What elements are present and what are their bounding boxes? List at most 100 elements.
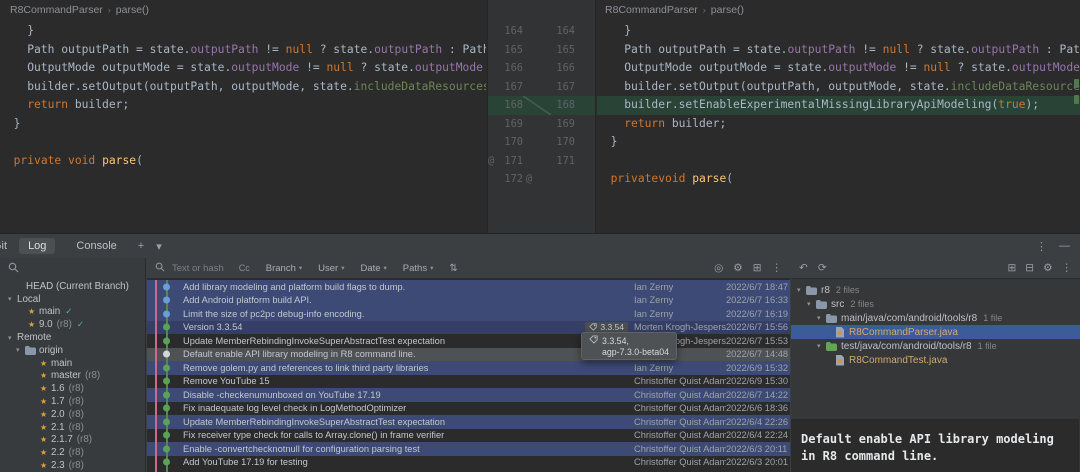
commit-row[interactable]: Default enable API library modeling in R…	[147, 348, 790, 362]
folder-item[interactable]: ▾r82 files	[791, 283, 1080, 297]
code-line[interactable]	[0, 133, 486, 152]
chevron-down-icon[interactable]: ▾	[16, 346, 25, 354]
folder-item[interactable]: ▾main/java/com/android/tools/r81 file	[791, 311, 1080, 325]
commit-row[interactable]: Limit the size of pc2pc debug-info encod…	[147, 307, 790, 321]
commit-row[interactable]: Fix receiver type check for calls to Arr…	[147, 429, 790, 443]
chevron-down-icon[interactable]: ▾	[8, 295, 17, 303]
code-line[interactable]: }	[0, 115, 486, 134]
branch-item[interactable]: ★2.1.7(r8)	[0, 434, 145, 447]
more-options-icon[interactable]: ⋮	[1036, 240, 1047, 253]
filter-date[interactable]: Date ▾	[360, 263, 386, 274]
commit-row[interactable]: Remove golem.py and references to link t…	[147, 361, 790, 375]
more-options-icon[interactable]: ⋮	[1062, 262, 1073, 274]
breadcrumb-method[interactable]: parse()	[711, 4, 744, 16]
code-line[interactable]: builder.setOutput(outputPath, outputMode…	[597, 78, 1080, 97]
diff-gutter: 1641641651651661661671671681681691691701…	[487, 0, 596, 233]
branch-item[interactable]: ★master(r8)	[0, 370, 145, 383]
branch-item[interactable]: ★2.3(r8)	[0, 459, 145, 472]
code-line[interactable]: OutputMode outputMode = state.outputMode…	[0, 59, 486, 78]
filter-paths[interactable]: Paths ▾	[403, 263, 434, 274]
chevron-down-icon[interactable]: ▾	[817, 342, 826, 350]
branch-item[interactable]: ▾origin	[0, 344, 145, 357]
scrollbar-change-marker[interactable]	[1074, 79, 1079, 88]
settings-icon[interactable]: ⚙	[1043, 262, 1052, 274]
commit-row[interactable]: Disable -checkenumunboxed on YouTube 17.…	[147, 388, 790, 402]
chevron-down-icon[interactable]: ▾	[797, 286, 806, 294]
code-line[interactable]: return builder;	[0, 96, 486, 115]
code-line[interactable]: private void parse(	[0, 152, 486, 171]
search-input[interactable]: Text or hash	[172, 263, 224, 274]
settings-icon[interactable]: ⚙	[733, 262, 742, 274]
commit-row[interactable]: Version 3.3.543.3.54Morten Krogh-Jespers…	[147, 321, 790, 335]
commit-row[interactable]: Fix inadequate log level check in LogMet…	[147, 402, 790, 416]
layout-icon[interactable]: ⊞	[753, 262, 762, 274]
search-icon[interactable]	[155, 262, 165, 275]
folder-item[interactable]: ▾test/java/com/android/tools/r81 file	[791, 339, 1080, 353]
code-line[interactable]	[597, 152, 1080, 171]
branch-item[interactable]: ★2.2(r8)	[0, 446, 145, 459]
filter-user[interactable]: User ▾	[318, 263, 344, 274]
branch-name: 2.1.7	[51, 434, 73, 445]
view-options-icon[interactable]: ◎	[714, 262, 723, 274]
file-item[interactable]: R8CommandTest.java	[791, 353, 1080, 367]
refresh-icon[interactable]: ⟳	[818, 262, 827, 274]
branch-item[interactable]: ★1.7(r8)	[0, 395, 145, 408]
scrollbar-change-marker[interactable]	[1074, 95, 1079, 104]
code-line[interactable]: }	[0, 22, 486, 41]
code-line[interactable]: OutputMode outputMode = state.outputMode…	[597, 59, 1080, 78]
commit-row[interactable]: Enable -convertchecknotnull for configur…	[147, 442, 790, 456]
more-options-icon[interactable]: ⋮	[772, 262, 783, 274]
branch-item[interactable]: ★main✓	[0, 306, 145, 319]
file-item[interactable]: R8CommandParser.java	[791, 325, 1080, 339]
code-line[interactable]: builder.setEnableExperimentalMissingLibr…	[597, 96, 1080, 115]
code-token: return	[624, 117, 665, 130]
branch-item[interactable]: ★9.0(r8)✓	[0, 318, 145, 331]
commit-row[interactable]: Update MemberRebindingInvokeSuperAbstrac…	[147, 415, 790, 429]
code-line[interactable]: }	[597, 22, 1080, 41]
commit-row[interactable]: Add YouTube 17.19 for testingChristoffer…	[147, 456, 790, 470]
code-token: !=	[896, 61, 923, 74]
tab-log[interactable]: Log	[19, 238, 55, 254]
collapse-all-icon[interactable]: ⊟	[1025, 262, 1034, 274]
add-tab-icon[interactable]: +	[138, 240, 144, 252]
branch-item[interactable]: ★1.6(r8)	[0, 382, 145, 395]
code-line[interactable]: Path outputPath = state.outputPath != nu…	[597, 41, 1080, 60]
folder-item[interactable]: ▾src2 files	[791, 297, 1080, 311]
chevron-down-icon[interactable]: ▾	[8, 334, 17, 342]
code-line[interactable]: builder.setOutput(outputPath, outputMode…	[0, 78, 486, 97]
branch-item[interactable]: HEAD (Current Branch)	[0, 280, 145, 293]
code-line[interactable]: return builder;	[597, 115, 1080, 134]
chevron-down-icon[interactable]: ▾	[817, 314, 826, 322]
tab-console[interactable]: Console	[67, 238, 125, 254]
diff-left-editor[interactable]: } Path outputPath = state.outputPath != …	[0, 22, 486, 222]
diff-right-editor[interactable]: } Path outputPath = state.outputPath != …	[597, 22, 1080, 222]
chevron-down-icon[interactable]: ▾	[807, 300, 816, 308]
commit-row[interactable]: Add Android platform build API.Ian Zerny…	[147, 294, 790, 308]
code-line[interactable]: privatevoid parse(	[597, 170, 1080, 189]
commit-row[interactable]: Remove YouTube 15Christoffer Quist Adam2…	[147, 375, 790, 389]
breadcrumb-class[interactable]: R8CommandParser	[10, 4, 103, 16]
commit-row[interactable]: Update MemberRebindingInvokeSuperAbstrac…	[147, 334, 790, 348]
breadcrumb-method[interactable]: parse()	[116, 4, 149, 16]
code-line[interactable]: Path outputPath = state.outputPath != nu…	[0, 41, 486, 60]
expand-all-icon[interactable]: ⊞	[1007, 262, 1016, 274]
branch-item[interactable]: ▾Remote	[0, 331, 145, 344]
commit-row[interactable]: Add library modeling and platform build …	[147, 280, 790, 294]
hide-panel-icon[interactable]: —	[1059, 240, 1070, 253]
branch-item[interactable]: ★2.0(r8)	[0, 408, 145, 421]
branch-item[interactable]: ★2.1(r8)	[0, 421, 145, 434]
branch-favorite-star-icon: ★	[40, 423, 51, 432]
rollback-icon[interactable]: ↶	[799, 262, 808, 274]
search-icon[interactable]	[8, 260, 19, 278]
sort-icon[interactable]: ⇅	[449, 263, 457, 274]
tab-dropdown-icon[interactable]: ▾	[156, 240, 162, 253]
line-number-right: 169	[549, 118, 575, 130]
code-line[interactable]: }	[597, 133, 1080, 152]
branch-item[interactable]: ★main	[0, 357, 145, 370]
commit-graph-cell	[147, 456, 183, 470]
breadcrumb-class[interactable]: R8CommandParser	[605, 4, 698, 16]
branch-item[interactable]: ▾Local	[0, 293, 145, 306]
match-case-icon[interactable]: Cc	[239, 263, 250, 273]
branch-name: 2.2	[51, 447, 65, 458]
filter-branch[interactable]: Branch ▾	[266, 263, 302, 274]
